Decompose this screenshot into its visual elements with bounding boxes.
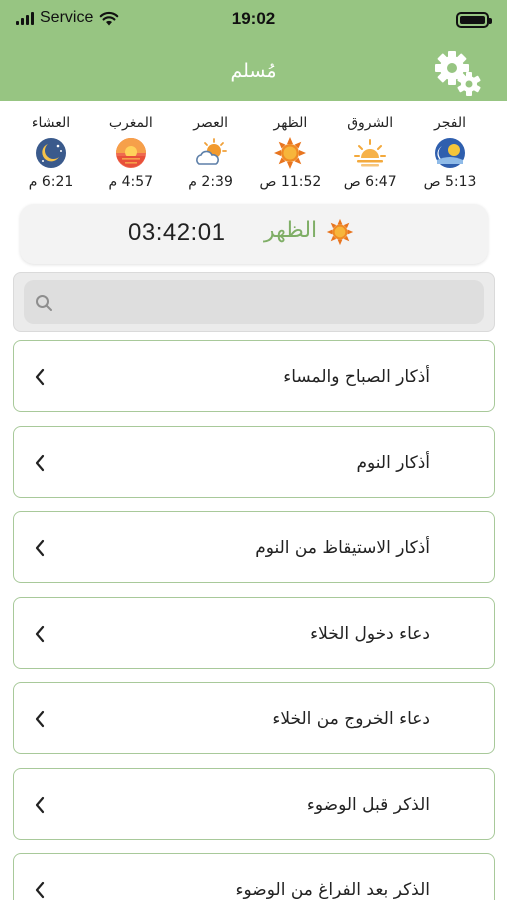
prayer-time: 4:57 م bbox=[108, 174, 154, 190]
prayer-time: 11:52 ص bbox=[259, 174, 322, 190]
app-header: Service 19:02 مُسلم bbox=[0, 0, 507, 101]
chevron-left-icon bbox=[35, 454, 45, 471]
list-item-label: دعاء دخول الخلاء bbox=[310, 623, 430, 644]
list-item-label: الذكر بعد الفراغ من الوضوء bbox=[235, 880, 430, 900]
prayer-time: 5:13 ص bbox=[423, 174, 477, 190]
chevron-left-icon bbox=[35, 710, 45, 728]
settings-button[interactable] bbox=[432, 48, 484, 100]
search-input[interactable] bbox=[60, 280, 474, 324]
search-bar bbox=[13, 272, 495, 332]
sunrise-icon bbox=[354, 139, 387, 167]
list-item[interactable]: أذكار الاستيقاظ من النوم bbox=[13, 511, 495, 583]
list-item[interactable]: دعاء الخروج من الخلاء bbox=[13, 682, 495, 754]
prayer-dhuhr: الظهر 11:52 ص bbox=[255, 112, 325, 196]
prayer-isha: العشاء 6:21 م bbox=[16, 112, 86, 196]
list-item-label: أذكار الاستيقاظ من النوم bbox=[255, 538, 430, 558]
status-bar: Service 19:02 bbox=[0, 0, 507, 40]
prayer-fajr: الفجر 5:13 ص bbox=[415, 112, 485, 196]
search-box[interactable] bbox=[24, 280, 484, 324]
list-item-label: دعاء الخروج من الخلاء bbox=[272, 709, 430, 729]
list-item-label: أذكار النوم bbox=[356, 452, 430, 473]
prayer-maghrib: المغرب 4:57 م bbox=[96, 112, 166, 196]
prayer-name: الشروق bbox=[347, 115, 394, 131]
list-item-label: الذكر قبل الوضوء bbox=[306, 794, 430, 815]
prayer-time: 6:21 م bbox=[28, 174, 74, 190]
adhkar-list: أذكار الصباح والمساء أذكار النوم أذكار ا… bbox=[13, 340, 495, 900]
next-prayer-card: 03:42:01 الظهر bbox=[20, 204, 488, 264]
search-icon bbox=[36, 295, 52, 311]
sun-icon bbox=[274, 137, 307, 169]
next-prayer-countdown: 03:42:01 bbox=[128, 219, 226, 246]
list-item[interactable]: الذكر قبل الوضوء bbox=[13, 767, 495, 840]
next-prayer-name: الظهر bbox=[264, 218, 318, 243]
list-item[interactable]: أذكار النوم bbox=[13, 425, 495, 498]
status-time: 19:02 bbox=[231, 9, 276, 28]
chevron-left-icon bbox=[35, 796, 45, 813]
battery-icon bbox=[456, 12, 492, 28]
app-title: مُسلم bbox=[230, 60, 277, 82]
sun-cloud-icon bbox=[195, 138, 227, 165]
list-item-label: أذكار الصباح والمساء bbox=[283, 367, 430, 387]
prayer-asr: العصر 2:39 م bbox=[176, 112, 246, 196]
prayer-name: المغرب bbox=[108, 115, 153, 131]
moon-sun-icon bbox=[434, 138, 465, 168]
list-item[interactable]: أذكار الصباح والمساء bbox=[13, 340, 495, 412]
prayer-name: الظهر bbox=[273, 115, 308, 131]
prayer-name: العشاء bbox=[31, 115, 71, 131]
chevron-left-icon bbox=[35, 625, 45, 642]
prayer-sunrise: الشروق 6:47 ص bbox=[335, 112, 405, 196]
prayer-name: الفجر bbox=[433, 115, 466, 131]
chevron-left-icon bbox=[35, 368, 45, 386]
list-item[interactable]: دعاء دخول الخلاء bbox=[13, 596, 495, 669]
sunset-icon bbox=[115, 138, 146, 168]
prayer-name: العصر bbox=[193, 115, 228, 131]
prayer-times-row: الفجر 5:13 ص الشروق 6:47 ص الظهر 11:52 ص… bbox=[0, 112, 507, 196]
chevron-left-icon bbox=[35, 539, 45, 557]
gear-icon bbox=[435, 51, 481, 96]
chevron-left-icon bbox=[35, 881, 45, 899]
sun-icon bbox=[326, 218, 354, 246]
moon-night-icon bbox=[36, 138, 66, 168]
prayer-time: 2:39 م bbox=[188, 174, 233, 190]
list-item[interactable]: الذكر بعد الفراغ من الوضوء bbox=[13, 853, 495, 900]
prayer-time: 6:47 ص bbox=[343, 174, 397, 190]
